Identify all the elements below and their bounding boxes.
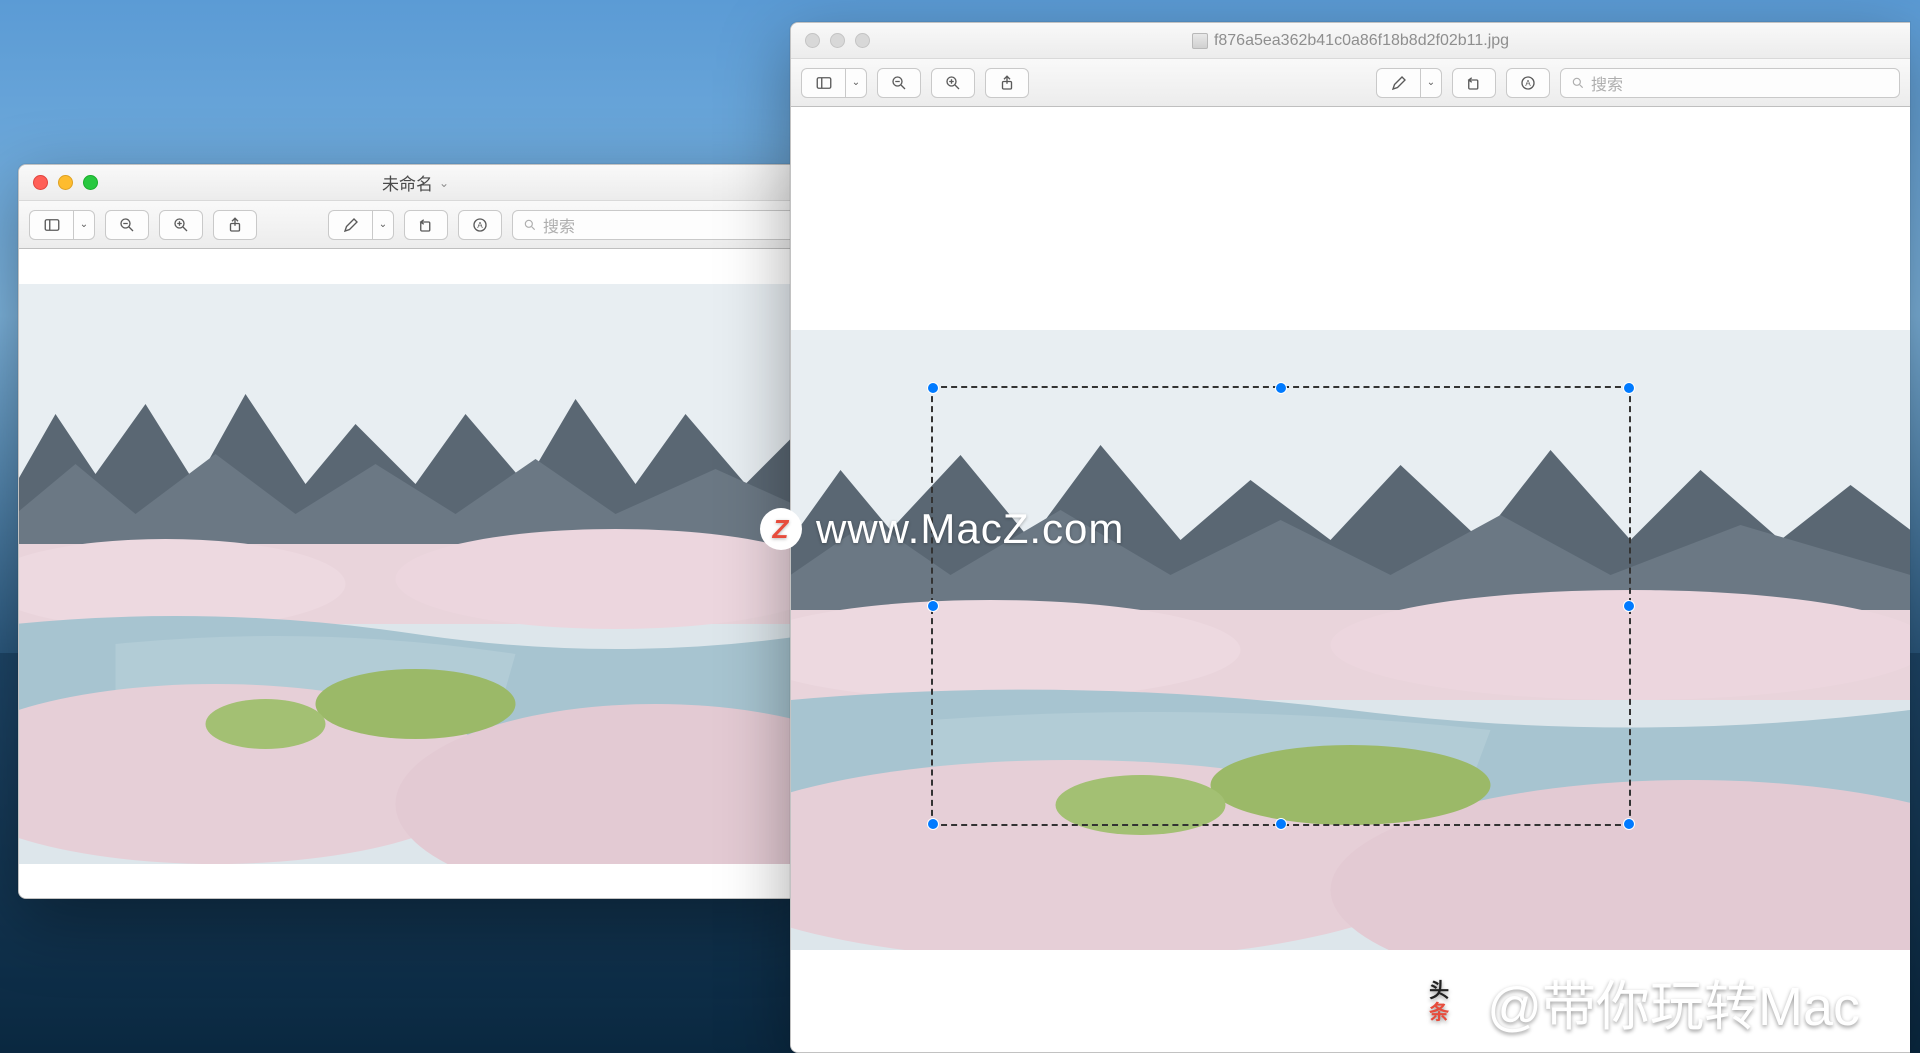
markup-button[interactable] [1376,68,1420,98]
titlebar[interactable]: f876a5ea362b41c0a86f18b8d2f02b11.jpg [791,23,1910,59]
share-button[interactable] [985,68,1029,98]
markup-dropdown[interactable]: ⌄ [1420,68,1442,98]
preview-window-untitled: 未命名 ⌄ ⌄ ⌄ [18,164,813,899]
toutiao-logo: 头 条 [1407,970,1471,1034]
svg-text:A: A [477,221,483,230]
rotate-button[interactable] [1452,68,1496,98]
zoom-out-button[interactable] [105,210,149,240]
content-area[interactable] [19,249,812,898]
toolbar: ⌄ ⌄ A 搜索 [19,201,812,249]
sidebar-icon [815,74,833,92]
close-button[interactable] [805,33,820,48]
titlebar[interactable]: 未命名 ⌄ [19,165,812,201]
sidebar-button[interactable] [29,210,73,240]
file-icon [1192,33,1208,49]
minimize-button[interactable] [830,33,845,48]
share-icon [226,216,244,234]
watermark-center: Z www.MacZ.com [760,505,1124,553]
watermark-badge-letter: Z [773,514,790,545]
annotate-circle-icon: A [1519,74,1537,92]
pencil-icon [342,216,360,234]
maximize-button[interactable] [83,175,98,190]
markup-button-group: ⌄ [1376,68,1442,98]
minimize-button[interactable] [58,175,73,190]
title-text: f876a5ea362b41c0a86f18b8d2f02b11.jpg [1214,32,1509,50]
toolbar-right: ⌄ A 搜索 [328,210,802,240]
annotate-button[interactable]: A [458,210,502,240]
zoom-in-button[interactable] [159,210,203,240]
rotate-button[interactable] [404,210,448,240]
markup-button-group: ⌄ [328,210,394,240]
sidebar-button-group: ⌄ [29,210,95,240]
toutiao-line2: 条 [1429,1002,1449,1024]
sidebar-button[interactable] [801,68,845,98]
watermark-bottom-text: @带你玩转Mac [1487,962,1860,1041]
window-title[interactable]: f876a5ea362b41c0a86f18b8d2f02b11.jpg [1192,32,1509,50]
sidebar-icon [43,216,61,234]
watermark-bottom: 头 条 @带你玩转Mac [1407,962,1860,1041]
maximize-button[interactable] [855,33,870,48]
landscape-image [791,330,1910,950]
zoom-out-icon [118,216,136,234]
toolbar-right: ⌄ A 搜索 [1376,68,1900,98]
traffic-lights [33,175,98,190]
rotate-icon [417,216,435,234]
search-icon [1571,76,1585,90]
watermark-badge: Z [760,508,802,550]
share-icon [998,74,1016,92]
traffic-lights [805,33,870,48]
watermark-center-text: www.MacZ.com [816,505,1124,553]
chevron-down-icon: ⌄ [439,176,449,190]
svg-text:A: A [1525,79,1531,88]
window-title[interactable]: 未命名 ⌄ [31,170,800,195]
title-text: 未命名 [382,170,433,195]
annotate-button[interactable]: A [1506,68,1550,98]
markup-button[interactable] [328,210,372,240]
sidebar-dropdown[interactable]: ⌄ [73,210,95,240]
zoom-in-icon [172,216,190,234]
content-area[interactable] [791,107,1910,1052]
search-placeholder: 搜索 [543,213,575,237]
close-button[interactable] [33,175,48,190]
markup-dropdown[interactable]: ⌄ [372,210,394,240]
toutiao-line1: 头 [1429,980,1449,1002]
image-canvas[interactable] [19,284,812,864]
zoom-out-icon [890,74,908,92]
search-placeholder: 搜索 [1591,71,1623,95]
zoom-in-button[interactable] [931,68,975,98]
rotate-icon [1465,74,1483,92]
search-field[interactable]: 搜索 [1560,68,1900,98]
share-button[interactable] [213,210,257,240]
image-canvas[interactable] [791,330,1910,950]
sidebar-button-group: ⌄ [801,68,867,98]
pencil-icon [1390,74,1408,92]
sidebar-dropdown[interactable]: ⌄ [845,68,867,98]
toolbar: ⌄ ⌄ A 搜索 [791,59,1910,107]
annotate-circle-icon: A [471,216,489,234]
search-icon [523,218,537,232]
zoom-out-button[interactable] [877,68,921,98]
zoom-in-icon [944,74,962,92]
search-field[interactable]: 搜索 [512,210,802,240]
landscape-image [19,284,812,864]
